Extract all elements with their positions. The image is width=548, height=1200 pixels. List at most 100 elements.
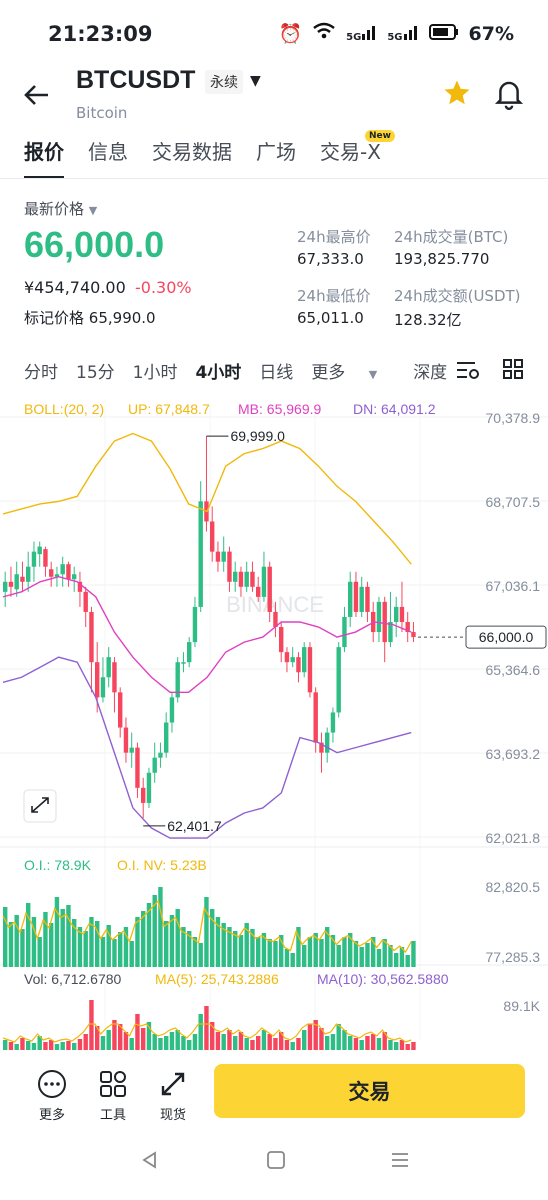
vol-bar <box>164 1036 169 1050</box>
vol-bar <box>302 1030 307 1050</box>
signal-icon-2: 5G <box>387 24 418 43</box>
vol-bar <box>77 1039 83 1050</box>
new-badge: New <box>364 130 395 142</box>
nav-menu-icon[interactable] <box>390 1150 410 1174</box>
vol-bar <box>129 1038 134 1050</box>
candle-body <box>31 551 37 567</box>
high-label: 24h最高价 <box>297 228 371 246</box>
layout-grid-icon[interactable] <box>502 358 524 380</box>
vol-bar <box>158 1038 163 1050</box>
vol-bar <box>20 1038 25 1050</box>
candle-body <box>14 574 19 590</box>
candlestick-chart[interactable]: 70,378.9 68,707.5 67,036.1 65,364.6 63,693.2… <box>0 390 548 1050</box>
y-tick-label: 70,378.9 <box>486 410 541 426</box>
candle-body <box>348 581 353 617</box>
tf-more[interactable]: 更多 ▼ <box>311 358 395 383</box>
oi-bar <box>302 945 307 967</box>
tab-info[interactable]: 信息 <box>88 136 128 165</box>
more-dots-icon <box>38 1070 66 1098</box>
back-arrow-icon[interactable] <box>22 80 52 110</box>
tf-line[interactable]: 分时 <box>24 358 58 383</box>
more-button[interactable]: 更多 <box>36 1068 68 1123</box>
vol-bar <box>250 1040 255 1050</box>
candle-body <box>221 551 226 562</box>
candle-body <box>118 692 123 728</box>
vol-bar <box>307 1024 313 1050</box>
oi-bar <box>169 915 175 967</box>
oi-bar <box>100 937 106 967</box>
vol-bar <box>54 1044 60 1050</box>
candle-body <box>26 566 31 582</box>
candle-body <box>359 586 364 612</box>
vol-bar <box>8 1042 14 1050</box>
price-change: -0.30% <box>135 278 192 297</box>
candle-body <box>267 566 272 612</box>
indicator-settings-icon[interactable] <box>455 358 481 382</box>
vol-tick-label: 89.1K <box>503 998 540 1014</box>
oi-bar <box>267 939 272 967</box>
vol-bar <box>215 1032 221 1050</box>
vol-bar <box>256 1036 261 1050</box>
symbol-title[interactable]: BTCUSDT <box>76 66 195 95</box>
favorite-star-icon[interactable] <box>442 78 472 108</box>
boll-dn-label: DN: 64,091.2 <box>353 401 436 417</box>
tf-depth[interactable]: 深度 <box>413 358 447 383</box>
candle-body <box>353 581 359 612</box>
candle-body <box>181 662 186 664</box>
tf-1d[interactable]: 日线 <box>259 358 293 383</box>
oi-bar <box>342 937 347 967</box>
tools-button[interactable]: 工具 <box>97 1068 129 1123</box>
candle-body <box>399 606 405 622</box>
oi-bar <box>198 943 203 967</box>
oi-bar <box>158 887 163 967</box>
oi-bar <box>129 941 134 967</box>
oi-bar <box>8 922 14 967</box>
vol-bar <box>394 1042 399 1050</box>
oi-bar <box>284 949 290 967</box>
tf-4h[interactable]: 4小时 <box>195 358 241 383</box>
last-price-label[interactable]: 最新价格 ▼ <box>24 198 97 219</box>
candle-body <box>152 757 157 773</box>
oi-bar <box>359 947 364 967</box>
symbol-dropdown-icon[interactable]: ▼ <box>250 73 261 89</box>
vol-bar <box>284 1040 290 1050</box>
candle-body <box>164 722 169 753</box>
vol-bar <box>411 1042 416 1050</box>
nav-back-icon[interactable] <box>140 1150 160 1174</box>
candle-body <box>129 747 134 753</box>
candle-body <box>8 581 14 587</box>
oi-bar <box>256 937 261 967</box>
spot-button[interactable]: 现货 <box>157 1068 189 1123</box>
candle-body <box>365 586 370 612</box>
oi-bar <box>376 949 382 967</box>
y-tick-label: 67,036.1 <box>486 578 541 594</box>
candle-body <box>227 551 232 582</box>
boll-up-line <box>2 432 412 565</box>
oi-label: O.I.: 78.9K <box>24 857 92 873</box>
candle-body <box>284 652 290 663</box>
oi-tick-label: 82,820.5 <box>486 879 541 895</box>
vol-bar <box>192 1034 198 1050</box>
vol-ma5-label: MA(5): 25,743.2886 <box>155 971 279 987</box>
oi-nv-label: O.I. NV: 5.23B <box>117 857 207 873</box>
timeframe-bar: 分时 15分 1小时 4小时 日线 更多 ▼ 深度 <box>24 358 465 383</box>
tab-trading-data[interactable]: 交易数据 <box>152 136 232 165</box>
vol-bar <box>135 1014 140 1050</box>
tab-trade-x[interactable]: 交易-X New <box>320 130 395 165</box>
vol-bar <box>31 1043 37 1050</box>
candle-body <box>66 564 71 580</box>
vol-bar <box>227 1030 232 1050</box>
boll-label: BOLL:(20, 2) <box>24 401 104 417</box>
oi-bar <box>54 897 60 967</box>
tab-square[interactable]: 广场 <box>256 136 296 165</box>
vol-bar <box>405 1044 410 1050</box>
vol-bar <box>66 1041 71 1050</box>
candle-body <box>382 601 387 643</box>
tf-15m[interactable]: 15分 <box>76 358 115 383</box>
bell-icon[interactable] <box>494 78 526 110</box>
trade-button[interactable]: 交易 <box>214 1064 525 1118</box>
tf-1h[interactable]: 1小时 <box>133 358 178 383</box>
vol-bar <box>187 1040 192 1050</box>
nav-home-icon[interactable] <box>266 1150 286 1174</box>
tab-quote[interactable]: 报价 <box>24 136 64 179</box>
